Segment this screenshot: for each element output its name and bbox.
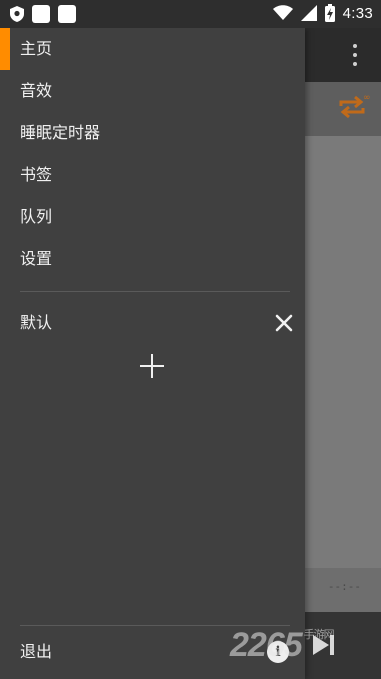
preset-label: 默认 [20, 313, 53, 332]
time-readout: --:-- [327, 580, 361, 593]
status-bar: 4:33 [0, 0, 381, 28]
drawer-item-sleep-timer[interactable]: 睡眠定时器 [0, 112, 305, 154]
watermark-small-text: 手游网 [303, 629, 335, 641]
divider [20, 291, 290, 292]
watermark-text: 2265 [230, 626, 303, 664]
watermark: 2265 手游网 [230, 626, 335, 665]
drawer-item-label: 睡眠定时器 [20, 123, 101, 142]
drawer-item-label: 主页 [20, 39, 53, 58]
add-icon[interactable] [138, 352, 166, 380]
shield-icon [10, 6, 24, 22]
battery-charging-icon [324, 4, 335, 22]
preset-item-default[interactable]: 默认 [0, 302, 305, 344]
notification-icon [32, 5, 50, 23]
drawer-item-sound-effects[interactable]: 音效 [0, 70, 305, 112]
repeat-icon[interactable]: ∞ [335, 92, 371, 124]
navigation-drawer: 主页 音效 睡眠定时器 书签 队列 设置 默认 退出 i [0, 28, 305, 679]
wifi-icon [272, 5, 293, 20]
close-icon[interactable] [275, 314, 293, 332]
drawer-item-label: 书签 [20, 165, 53, 184]
exit-label: 退出 [20, 642, 53, 661]
drawer-item-home[interactable]: 主页 [0, 28, 305, 70]
more-options-icon[interactable] [353, 44, 357, 66]
signal-icon [300, 5, 317, 21]
clock: 4:33 [342, 4, 373, 22]
status-left [10, 5, 76, 23]
drawer-item-label: 设置 [20, 249, 53, 268]
drawer-item-bookmarks[interactable]: 书签 [0, 154, 305, 196]
svg-text:∞: ∞ [363, 93, 371, 103]
drawer-item-queue[interactable]: 队列 [0, 196, 305, 238]
active-indicator [0, 28, 10, 70]
drawer-item-label: 队列 [20, 207, 53, 226]
notification-icon [58, 5, 76, 23]
drawer-item-label: 音效 [20, 81, 53, 100]
drawer-item-settings[interactable]: 设置 [0, 238, 305, 280]
status-right: 4:33 [272, 4, 373, 22]
